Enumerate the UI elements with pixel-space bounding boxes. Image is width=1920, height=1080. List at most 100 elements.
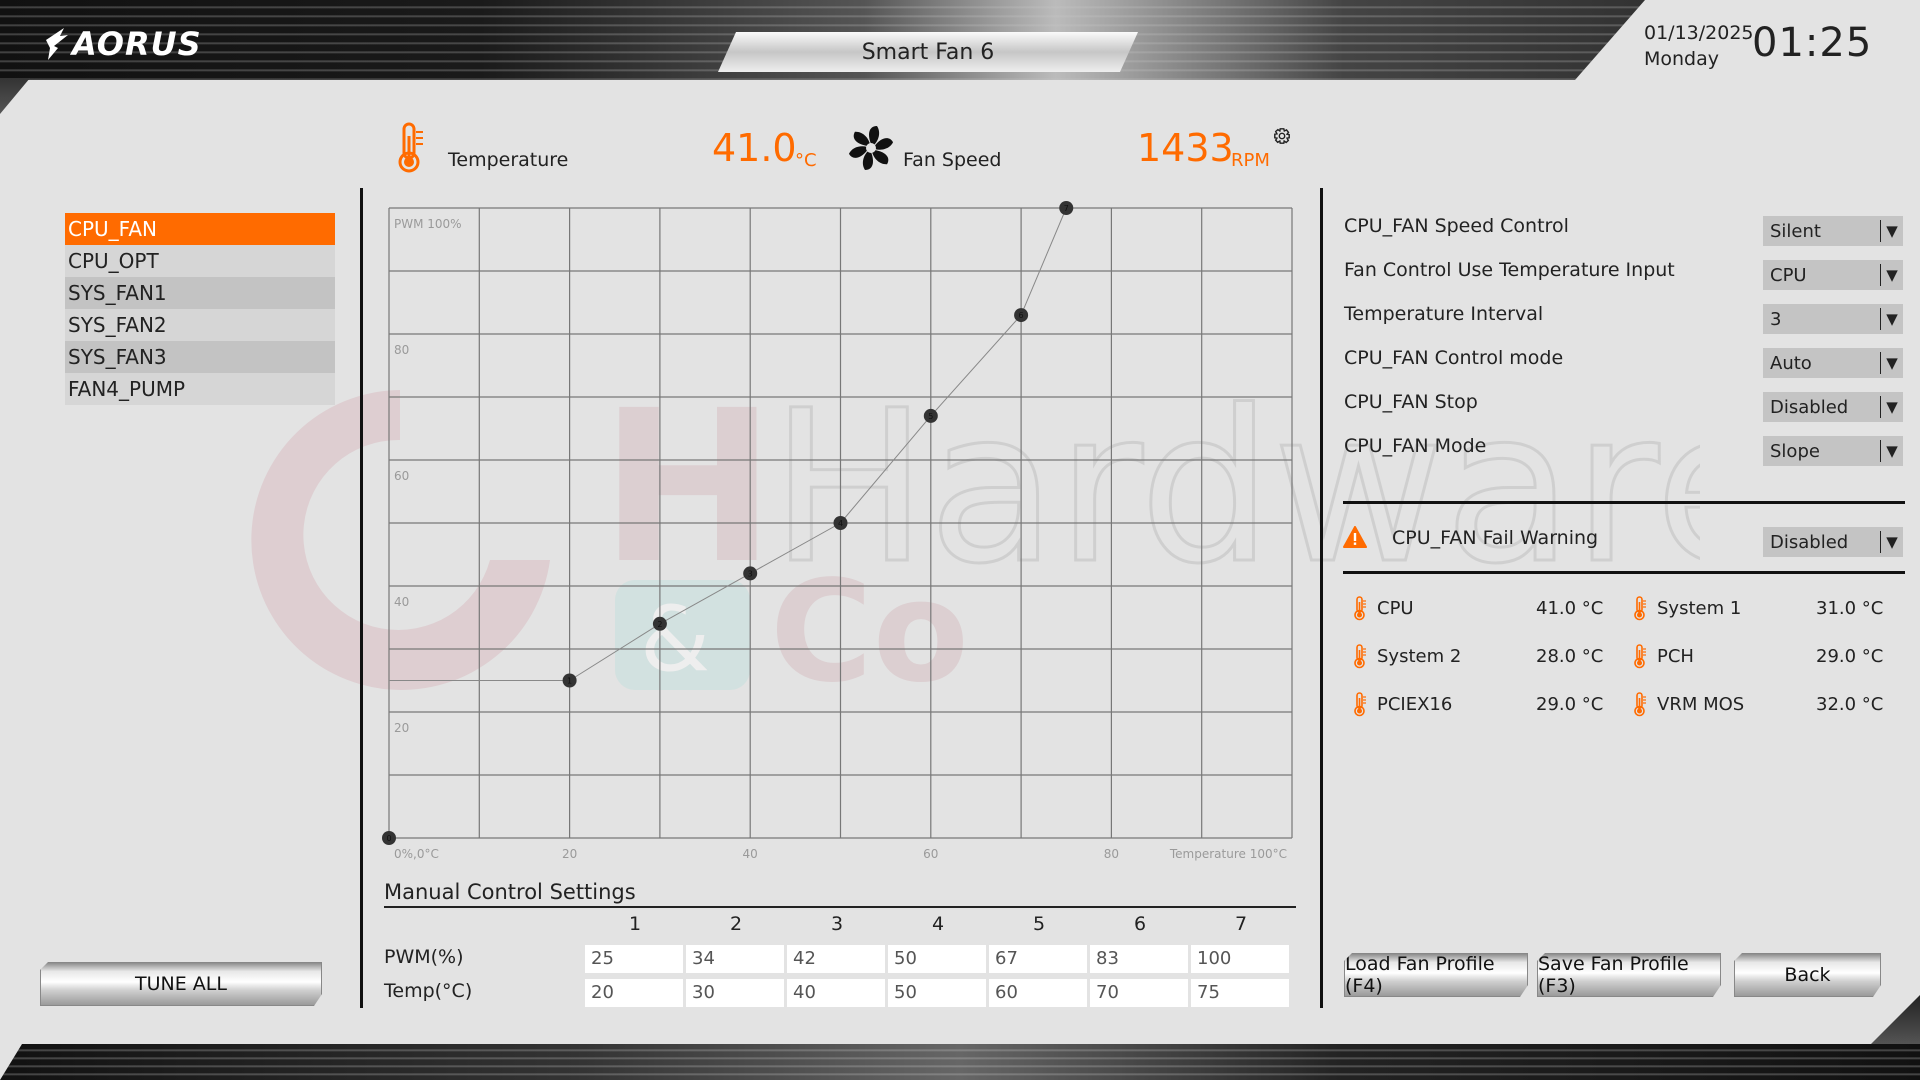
- fail-warning-value: Disabled: [1770, 531, 1849, 553]
- sensor-value: 29.0 °C: [1816, 646, 1884, 667]
- temperature-unit: °C: [795, 150, 817, 171]
- curve-segment: [1020, 207, 1067, 316]
- curve-point[interactable]: 3: [743, 566, 758, 581]
- curve-point[interactable]: 0: [382, 831, 396, 845]
- fan-curve-chart[interactable]: PWM 100% 20406080 20 40 60 80 0%,0°C Temper…: [380, 195, 1300, 865]
- setting-dropdown[interactable]: Disabled ▼: [1763, 392, 1903, 422]
- temp-input[interactable]: [1191, 979, 1289, 1007]
- dropdown-value: CPU: [1770, 264, 1807, 286]
- setting-dropdown[interactable]: Silent ▼: [1763, 216, 1903, 246]
- dropdown-value: Slope: [1770, 440, 1820, 462]
- sensor-value: 32.0 °C: [1816, 694, 1884, 715]
- fan-list-item[interactable]: CPU_OPT: [65, 245, 335, 277]
- eagle-logo-icon: [46, 28, 68, 60]
- dropdown-value: Disabled: [1770, 396, 1849, 418]
- temp-input[interactable]: [686, 979, 784, 1007]
- fan-list-item[interactable]: CPU_FAN: [65, 213, 335, 245]
- fan-list-item[interactable]: SYS_FAN1: [65, 277, 335, 309]
- curve-point[interactable]: 2: [652, 616, 667, 631]
- dropdown-arrow-icon: ▼: [1886, 354, 1898, 372]
- x-tick-label: 20: [562, 847, 577, 861]
- setting-dropdown[interactable]: Auto ▼: [1763, 348, 1903, 378]
- fan-list-item[interactable]: FAN4_PUMP: [65, 373, 335, 405]
- manual-settings-divider: [384, 906, 1296, 908]
- fan-list-item[interactable]: SYS_FAN2: [65, 309, 335, 341]
- temp-input[interactable]: [787, 979, 885, 1007]
- curve-point[interactable]: 6: [1014, 308, 1029, 323]
- date-text: 01/13/2025: [1644, 22, 1754, 44]
- column-header: 3: [830, 913, 844, 935]
- setting-dropdown[interactable]: CPU ▼: [1763, 260, 1903, 290]
- column-header: 1: [628, 913, 642, 935]
- back-button[interactable]: Back: [1734, 953, 1881, 997]
- column-header: 7: [1234, 913, 1248, 935]
- setting-dropdown[interactable]: 3 ▼: [1763, 304, 1903, 334]
- sensor-name: System 2: [1377, 646, 1462, 667]
- dropdown-value: Silent: [1770, 220, 1821, 242]
- manual-settings-title: Manual Control Settings: [384, 880, 636, 904]
- thermometer-icon: [1354, 692, 1366, 717]
- setting-dropdown[interactable]: Slope ▼: [1763, 436, 1903, 466]
- dropdown-arrow-icon: ▼: [1886, 398, 1898, 416]
- dropdown-value: 3: [1770, 308, 1782, 330]
- pwm-input[interactable]: [686, 945, 784, 973]
- x-axis-label: Temperature 100°C: [1169, 847, 1287, 861]
- temp-input[interactable]: [585, 979, 683, 1007]
- fail-warning-label: CPU_FAN Fail Warning: [1392, 527, 1599, 549]
- thermometer-icon: [1354, 596, 1366, 621]
- sensor-value: 28.0 °C: [1536, 646, 1604, 667]
- temp-input[interactable]: [1090, 979, 1188, 1007]
- setting-label: Fan Control Use Temperature Input: [1344, 259, 1675, 281]
- decor-footer-wedge: [1870, 995, 1920, 1045]
- temp-input[interactable]: [888, 979, 986, 1007]
- load-fan-profile-button[interactable]: Load Fan Profile (F4): [1344, 953, 1528, 997]
- curve-point[interactable]: 1: [562, 673, 577, 688]
- pwm-input[interactable]: [888, 945, 986, 973]
- pwm-input[interactable]: [787, 945, 885, 973]
- y-axis-label: PWM 100%: [394, 217, 462, 231]
- dropdown-arrow-icon: ▼: [1886, 266, 1898, 284]
- pwm-input[interactable]: [1191, 945, 1289, 973]
- column-header: 6: [1133, 913, 1147, 935]
- curve-segment: [569, 623, 661, 681]
- thermometer-icon: [398, 122, 423, 173]
- temp-row-label: Temp(°C): [384, 980, 473, 1002]
- thermometer-icon: [1354, 644, 1366, 669]
- curve-segment: [659, 572, 751, 625]
- dropdown-arrow-icon: ▼: [1886, 310, 1898, 328]
- save-fan-profile-button[interactable]: Save Fan Profile (F3): [1537, 953, 1721, 997]
- fan-speed-label: Fan Speed: [903, 149, 1002, 171]
- clock: 01:25: [1752, 20, 1873, 66]
- fan-list-item[interactable]: SYS_FAN3: [65, 341, 335, 373]
- curve-segment: [840, 415, 932, 524]
- temperature-label: Temperature: [448, 149, 569, 171]
- curve-segment: [930, 314, 1022, 417]
- fail-warning-dropdown[interactable]: Disabled ▼: [1763, 527, 1903, 557]
- setting-label: Temperature Interval: [1344, 303, 1544, 325]
- curve-point-label: 4: [838, 519, 843, 528]
- sensor-name: CPU: [1377, 598, 1414, 619]
- curve-point-label: 5: [928, 412, 933, 421]
- temp-input[interactable]: [989, 979, 1087, 1007]
- column-header: 4: [931, 913, 945, 935]
- divider-right: [1320, 188, 1323, 1008]
- sensor-value: 41.0 °C: [1536, 598, 1604, 619]
- divider-top: [1343, 501, 1905, 504]
- curve-point-label: 6: [1019, 311, 1024, 320]
- pwm-input[interactable]: [1090, 945, 1188, 973]
- pwm-input[interactable]: [989, 945, 1087, 973]
- tune-all-button[interactable]: TUNE ALL: [40, 962, 322, 1006]
- fan-list: CPU_FAN CPU_OPT SYS_FAN1 SYS_FAN2 SYS_FAN3 FA…: [65, 213, 335, 405]
- curve-point-label: 1: [567, 677, 572, 686]
- curve-segment: [749, 522, 841, 574]
- gear-icon[interactable]: [1273, 127, 1291, 145]
- dropdown-arrow-icon: ▼: [1886, 533, 1898, 551]
- x-tick-label: 40: [743, 847, 758, 861]
- curve-point[interactable]: 5: [923, 408, 938, 423]
- y-ticks: 20 40 60 80: [394, 343, 409, 735]
- curve-point[interactable]: 7: [1059, 201, 1074, 215]
- curve-point[interactable]: 4: [833, 516, 848, 530]
- thermometer-icon: [1634, 644, 1646, 669]
- pwm-input[interactable]: [585, 945, 683, 973]
- date-block: 01/13/2025 Monday: [1644, 20, 1754, 72]
